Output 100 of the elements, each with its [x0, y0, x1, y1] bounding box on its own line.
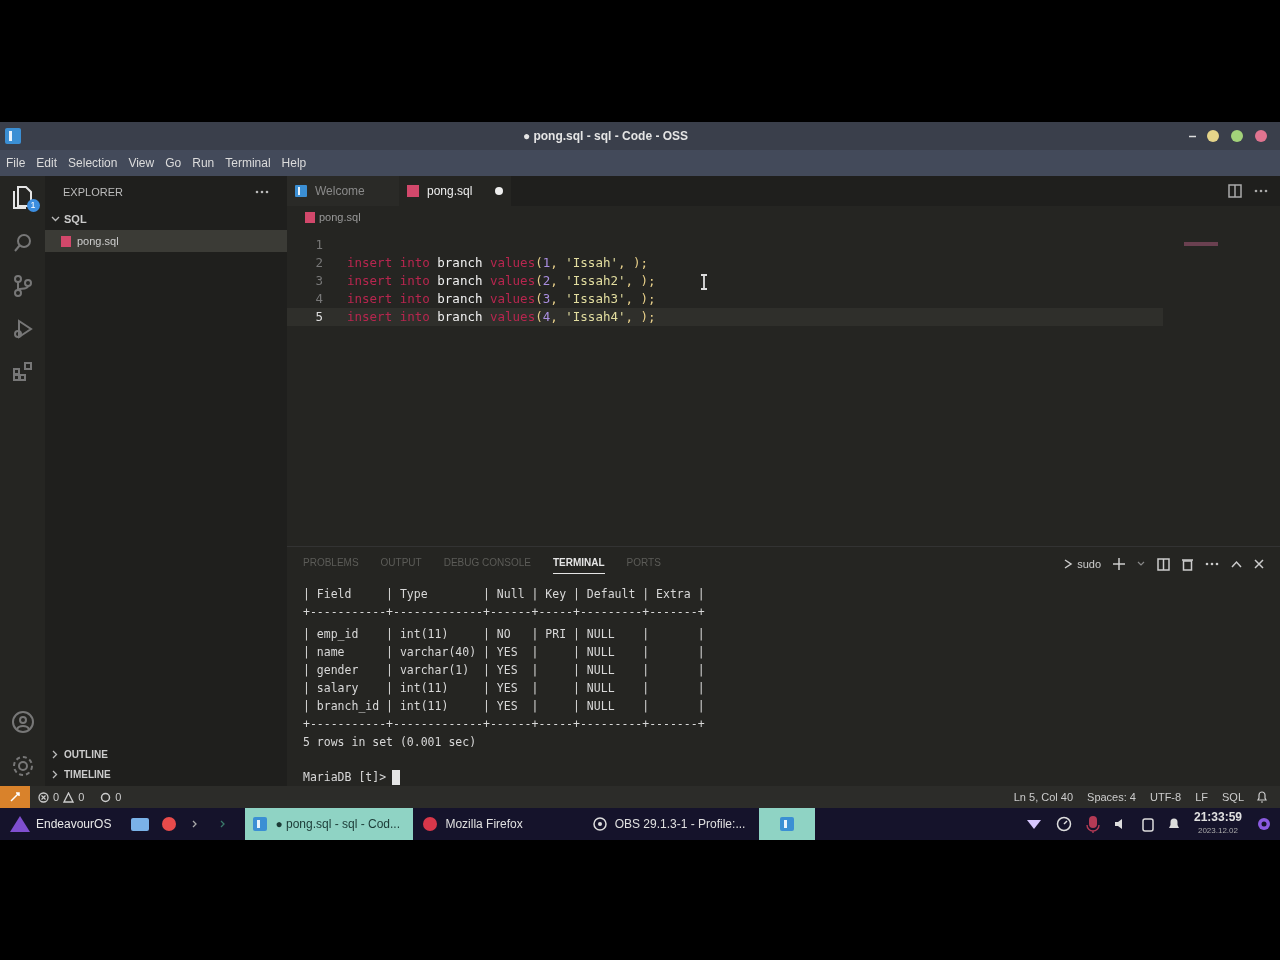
- browser-icon: [423, 817, 438, 831]
- bell-icon[interactable]: [1256, 791, 1268, 803]
- app-icon: [4, 127, 22, 145]
- chevron-up-icon[interactable]: [1231, 560, 1242, 568]
- run-debug-icon[interactable]: [11, 318, 34, 340]
- ports-count[interactable]: 0: [115, 788, 122, 806]
- status-item[interactable]: SQL: [1222, 788, 1244, 806]
- problems-status[interactable]: 0 0: [30, 788, 93, 806]
- terminal-line: | emp_id | int(11) | NO | PRI | NULL | |: [303, 626, 706, 643]
- code-line: insert into branch values(1, 'Issah', );: [346, 253, 649, 272]
- line-number: 5: [314, 307, 324, 326]
- notification-badge: 1: [26, 199, 40, 212]
- file-row[interactable]: pong.sql: [45, 230, 287, 252]
- status-item[interactable]: LF: [1195, 788, 1208, 806]
- status-item[interactable]: Spaces: 4: [1087, 788, 1136, 806]
- editor-tab[interactable]: Welcome: [287, 176, 399, 206]
- settings-icon[interactable]: [10, 754, 35, 778]
- app-icon: [253, 817, 268, 831]
- menu-item[interactable]: View: [128, 154, 155, 172]
- menu-item[interactable]: Edit: [36, 154, 58, 172]
- chevron-down-icon[interactable]: [1137, 561, 1145, 567]
- panel-tab[interactable]: TERMINAL: [552, 554, 605, 574]
- chevron-down-icon: [51, 214, 60, 224]
- terminal-cursor: [392, 769, 401, 785]
- triangle-logo-icon: [8, 814, 32, 834]
- menu-item[interactable]: Go: [165, 154, 182, 172]
- editor-tab[interactable]: pong.sql: [399, 176, 511, 206]
- search-icon[interactable]: [11, 232, 34, 254]
- terminal-line: +-----------+-------------+------+-----+---------+-------+: [303, 716, 706, 733]
- source-control-icon[interactable]: [11, 274, 34, 298]
- menu-item[interactable]: Terminal: [225, 154, 271, 172]
- section-header[interactable]: TIMELINE: [45, 764, 287, 784]
- sql-file-icon: [407, 185, 419, 197]
- terminal-line: | gender | varchar(1) | YES | | NULL | |: [303, 662, 706, 679]
- trash-icon[interactable]: [1182, 557, 1193, 571]
- code-line: insert into branch values(3, 'Issah3', );: [346, 289, 656, 308]
- terminal-line: | branch_id | int(11) | YES | | NULL | |: [303, 698, 706, 715]
- breadcrumb[interactable]: pong.sql: [319, 208, 361, 226]
- menu-item[interactable]: Selection: [68, 154, 118, 172]
- sql-file-icon: [61, 235, 71, 247]
- clock-time[interactable]: 21:33:59: [1193, 811, 1242, 824]
- line-number: 4: [314, 289, 324, 308]
- remote-icon: [9, 791, 21, 803]
- minimize-icon[interactable]: [1189, 134, 1196, 138]
- menu-item[interactable]: Help: [281, 154, 307, 172]
- terminal-name[interactable]: sudo: [1077, 555, 1101, 573]
- error-count: 0: [53, 789, 60, 805]
- window-title: ● pong.sql - sql - Code - OSS: [522, 128, 689, 145]
- record-icon: [593, 817, 607, 831]
- close-dot-icon[interactable]: [1254, 129, 1268, 143]
- more-icon[interactable]: [1205, 562, 1219, 566]
- error-icon: [38, 791, 49, 803]
- menu-item[interactable]: Run: [192, 154, 215, 172]
- taskbar-task[interactable]: OBS 29.1.3-1 - Profile:...: [585, 808, 754, 840]
- terminal-icon: [1063, 558, 1074, 570]
- minimap-drawing: [1184, 242, 1218, 246]
- plus-icon[interactable]: [1113, 558, 1125, 570]
- terminal-line: | salary | int(11) | YES | | NULL | |: [303, 680, 706, 697]
- split-editor-icon[interactable]: [1228, 184, 1242, 198]
- sql-file-icon: [305, 211, 315, 223]
- status-item[interactable]: UTF-8: [1149, 788, 1182, 806]
- minimize-dot-icon[interactable]: [1206, 129, 1220, 143]
- taskbar-task[interactable]: Mozilla Firefox: [415, 808, 584, 840]
- maximize-dot-icon[interactable]: [1230, 129, 1244, 143]
- close-icon[interactable]: [1254, 559, 1264, 569]
- line-number: 2: [314, 253, 324, 272]
- extensions-icon[interactable]: [11, 360, 34, 382]
- ports-icon: [100, 791, 112, 803]
- browser-icon[interactable]: [161, 816, 178, 832]
- line-number: 1: [314, 235, 324, 254]
- terminal-line: 5 rows in set (0.001 sec): [303, 734, 478, 751]
- code-line: insert into branch values(4, 'Issah4', );: [346, 307, 656, 326]
- terminal-prompt: MariaDB [t]>: [303, 769, 387, 786]
- warning-count: 0: [78, 789, 85, 805]
- folder-row[interactable]: SQL: [45, 208, 287, 230]
- app-icon: [295, 185, 307, 197]
- bell-icon[interactable]: [1167, 817, 1180, 831]
- split-terminal-icon[interactable]: [1157, 557, 1170, 571]
- taskbar-task[interactable]: ● pong.sql - sql - Cod...: [245, 808, 414, 840]
- more-icon[interactable]: [1254, 189, 1268, 193]
- unsaved-dot-icon: [495, 187, 503, 195]
- menu-item[interactable]: File: [6, 154, 26, 172]
- status-item[interactable]: Ln 5, Col 40: [1013, 788, 1074, 806]
- folder-icon[interactable]: [131, 817, 150, 831]
- clock-date[interactable]: 2023.12.02: [1197, 824, 1238, 837]
- more-icon[interactable]: [255, 190, 269, 194]
- terminal-line: | name | varchar(40) | YES | | NULL | |: [303, 644, 706, 661]
- gauge-icon[interactable]: [1055, 816, 1072, 832]
- account-icon[interactable]: [10, 710, 35, 734]
- line-number: 3: [314, 271, 324, 290]
- application-launcher[interactable]: EndeavourOS: [0, 808, 120, 840]
- terminal-line: +-----------+-------------+------+-----+---------+-------+: [303, 604, 706, 621]
- app-icon: [780, 817, 795, 831]
- warning-icon: [63, 791, 75, 803]
- terminal-line: | Field | Type | Null | Key | Default | Extra |: [303, 586, 706, 603]
- microphone-icon[interactable]: [1085, 815, 1100, 833]
- section-header[interactable]: OUTLINE: [45, 744, 287, 764]
- code-line: insert into branch values(2, 'Issah2', );: [346, 271, 656, 290]
- sidebar-title: EXPLORER: [63, 184, 123, 200]
- text-cursor-icon: [700, 274, 708, 290]
